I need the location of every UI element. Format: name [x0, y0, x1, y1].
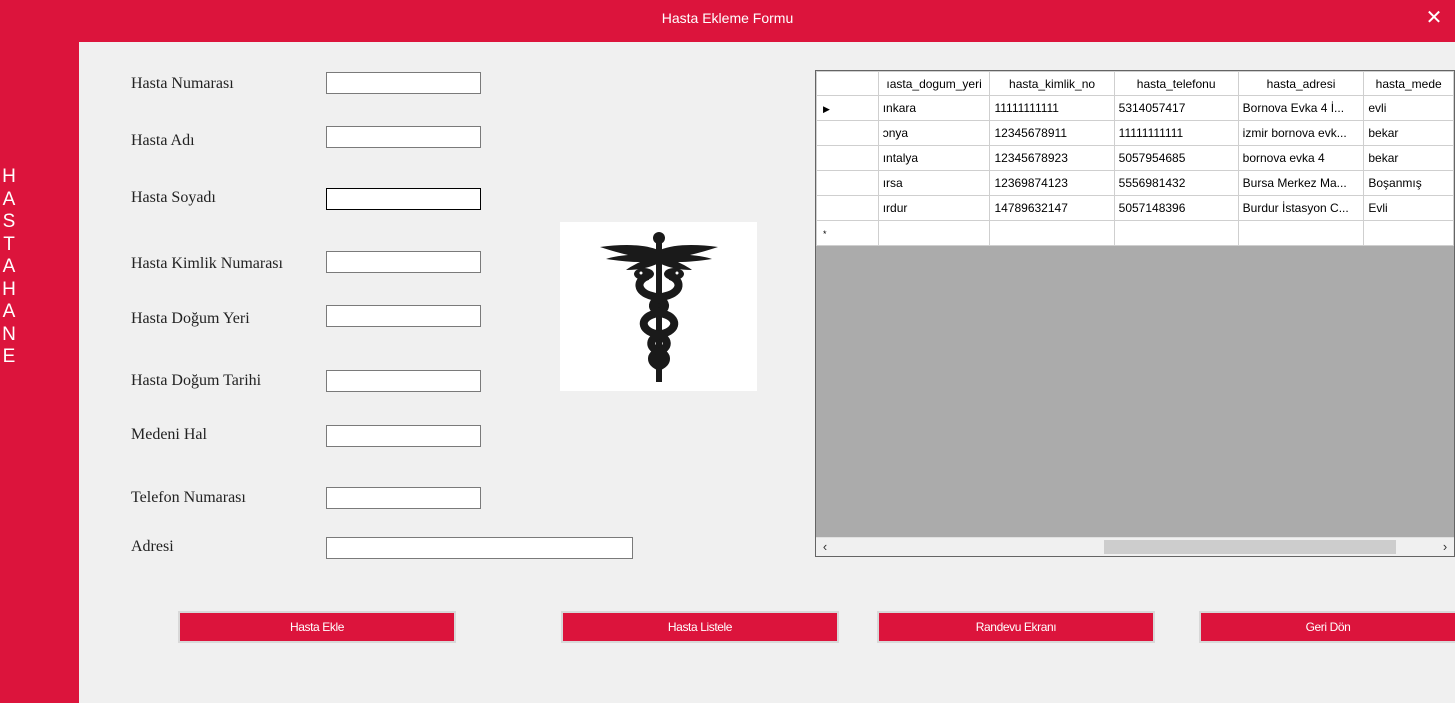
horizontal-scrollbar[interactable]: ‹ ›: [816, 537, 1454, 556]
hasta-soyadi-input[interactable]: [326, 188, 481, 210]
hasta-dogum-yeri-input[interactable]: [326, 305, 481, 327]
window-title: Hasta Ekleme Formu: [661, 10, 794, 26]
hasta-numarasi-label: Hasta Numarası: [131, 75, 234, 92]
hasta-kimlik-input[interactable]: [326, 251, 481, 273]
scroll-right-arrow-icon[interactable]: ›: [1436, 538, 1454, 556]
table-row[interactable]: ▶ ınkara 11111111111 5314057417 Bornova …: [816, 95, 1454, 121]
table-row[interactable]: ıntalya 12345678923 5057954685 bornova e…: [816, 145, 1454, 171]
hasta-soyadi-label: Hasta Soyadı: [131, 189, 216, 206]
side-letter: H: [2, 278, 16, 300]
side-letter: A: [2, 256, 16, 277]
table-cell[interactable]: 5314057417: [1113, 95, 1239, 121]
table-cell[interactable]: Burdur İstasyon C...: [1237, 195, 1365, 221]
table-cell[interactable]: evli: [1363, 95, 1454, 121]
form-area: Hasta Numarası Hasta Adı Hasta Soyadı Ha…: [79, 42, 1455, 703]
telefon-input[interactable]: [326, 487, 481, 509]
table-cell[interactable]: ıntalya: [877, 145, 991, 171]
table-row[interactable]: ırdur 14789632147 5057148396 Burdur İsta…: [816, 195, 1454, 221]
table-cell[interactable]: 14789632147: [989, 195, 1115, 221]
side-letter: S: [2, 211, 16, 232]
table-cell[interactable]: 5556981432: [1113, 170, 1239, 196]
table-cell[interactable]: [877, 220, 991, 246]
row-header[interactable]: [816, 195, 879, 221]
close-button[interactable]: ✕: [1423, 5, 1445, 31]
adres-input[interactable]: [326, 537, 633, 559]
table-cell[interactable]: 5057148396: [1113, 195, 1239, 221]
side-letter: N: [2, 323, 16, 345]
table-cell[interactable]: Bursa Merkez Ma...: [1237, 170, 1365, 196]
patient-table: ıasta_dogum_yeri hasta_kimlik_no hasta_t…: [816, 71, 1454, 246]
hasta-kimlik-label: Hasta Kimlik Numarası: [131, 255, 283, 272]
new-row-asterisk-icon: *: [823, 229, 827, 239]
table-cell[interactable]: Evli: [1363, 195, 1454, 221]
table-cell[interactable]: [1113, 220, 1239, 246]
hasta-dogum-tarihi-input[interactable]: [326, 370, 481, 392]
table-cell[interactable]: bekar: [1363, 120, 1454, 146]
hasta-numarasi-input[interactable]: [326, 72, 481, 94]
column-header[interactable]: hasta_kimlik_no: [989, 71, 1115, 96]
table-cell[interactable]: Boşanmış: [1363, 170, 1454, 196]
geri-don-button[interactable]: Geri Dön: [1199, 611, 1455, 643]
column-header[interactable]: ıasta_dogum_yeri: [877, 71, 991, 96]
table-cell[interactable]: 12345678911: [989, 120, 1115, 146]
table-cell[interactable]: ınkara: [877, 95, 991, 121]
header-corner: [816, 71, 879, 96]
table-cell[interactable]: izmir bornova evk...: [1237, 120, 1365, 146]
hasta-adi-label: Hasta Adı: [131, 132, 195, 149]
side-letter: A: [2, 188, 16, 210]
table-cell[interactable]: [1363, 220, 1454, 246]
scrollbar-thumb[interactable]: [1104, 540, 1396, 554]
table-cell[interactable]: [989, 220, 1115, 246]
side-letter: A: [2, 301, 16, 322]
logo-panel: [560, 222, 757, 391]
telefon-label: Telefon Numarası: [131, 489, 246, 506]
table-cell[interactable]: 12369874123: [989, 170, 1115, 196]
side-letter: T: [3, 233, 15, 255]
new-row[interactable]: *: [816, 220, 1454, 246]
hasta-dogum-yeri-label: Hasta Doğum Yeri: [131, 310, 250, 327]
table-cell[interactable]: 11111111111: [1113, 120, 1239, 146]
table-cell[interactable]: ırsa: [877, 170, 991, 196]
table-cell[interactable]: 5057954685: [1113, 145, 1239, 171]
table-cell[interactable]: bekar: [1363, 145, 1454, 171]
randevu-ekrani-button[interactable]: Randevu Ekranı: [877, 611, 1155, 643]
side-letter: E: [2, 346, 16, 367]
row-header[interactable]: [816, 170, 879, 196]
hasta-listele-button[interactable]: Hasta Listele: [561, 611, 839, 643]
row-header[interactable]: *: [816, 220, 879, 246]
caduceus-icon: [600, 232, 718, 382]
row-header[interactable]: [816, 145, 879, 171]
medeni-hal-label: Medeni Hal: [131, 426, 207, 443]
adres-label: Adresi: [131, 538, 174, 555]
table-cell[interactable]: 12345678923: [989, 145, 1115, 171]
side-letter: H: [2, 166, 16, 187]
column-header[interactable]: hasta_adresi: [1237, 71, 1365, 96]
current-row-marker-icon: ▶: [823, 104, 830, 114]
row-header[interactable]: ▶: [816, 95, 879, 121]
table-cell[interactable]: bornova evka 4: [1237, 145, 1365, 171]
hasta-dogum-tarihi-label: Hasta Doğum Tarihi: [131, 372, 262, 389]
column-header[interactable]: hasta_mede: [1363, 71, 1454, 96]
table-row[interactable]: ırsa 12369874123 5556981432 Bursa Merkez…: [816, 170, 1454, 196]
row-header[interactable]: [816, 120, 879, 146]
scroll-left-arrow-icon[interactable]: ‹: [816, 538, 834, 556]
medeni-hal-input[interactable]: [326, 425, 481, 447]
table-cell[interactable]: ɔnya: [877, 120, 991, 146]
table-cell[interactable]: Bornova Evka 4 İ...: [1237, 95, 1365, 121]
title-bar: Hasta Ekleme Formu ✕: [0, 0, 1455, 42]
table-cell[interactable]: [1237, 220, 1365, 246]
table-row[interactable]: ɔnya 12345678911 11111111111 izmir borno…: [816, 120, 1454, 146]
side-brand-text: H A S T A H A N E: [0, 166, 18, 369]
hasta-ekle-button[interactable]: Hasta Ekle: [178, 611, 456, 643]
column-header[interactable]: hasta_telefonu: [1113, 71, 1239, 96]
side-panel: H A S T A H A N E: [0, 42, 79, 703]
table-cell[interactable]: 11111111111: [989, 95, 1115, 121]
patient-data-grid[interactable]: ıasta_dogum_yeri hasta_kimlik_no hasta_t…: [815, 70, 1455, 557]
table-cell[interactable]: ırdur: [877, 195, 991, 221]
hasta-adi-input[interactable]: [326, 126, 481, 148]
table-header-row: ıasta_dogum_yeri hasta_kimlik_no hasta_t…: [816, 71, 1454, 96]
